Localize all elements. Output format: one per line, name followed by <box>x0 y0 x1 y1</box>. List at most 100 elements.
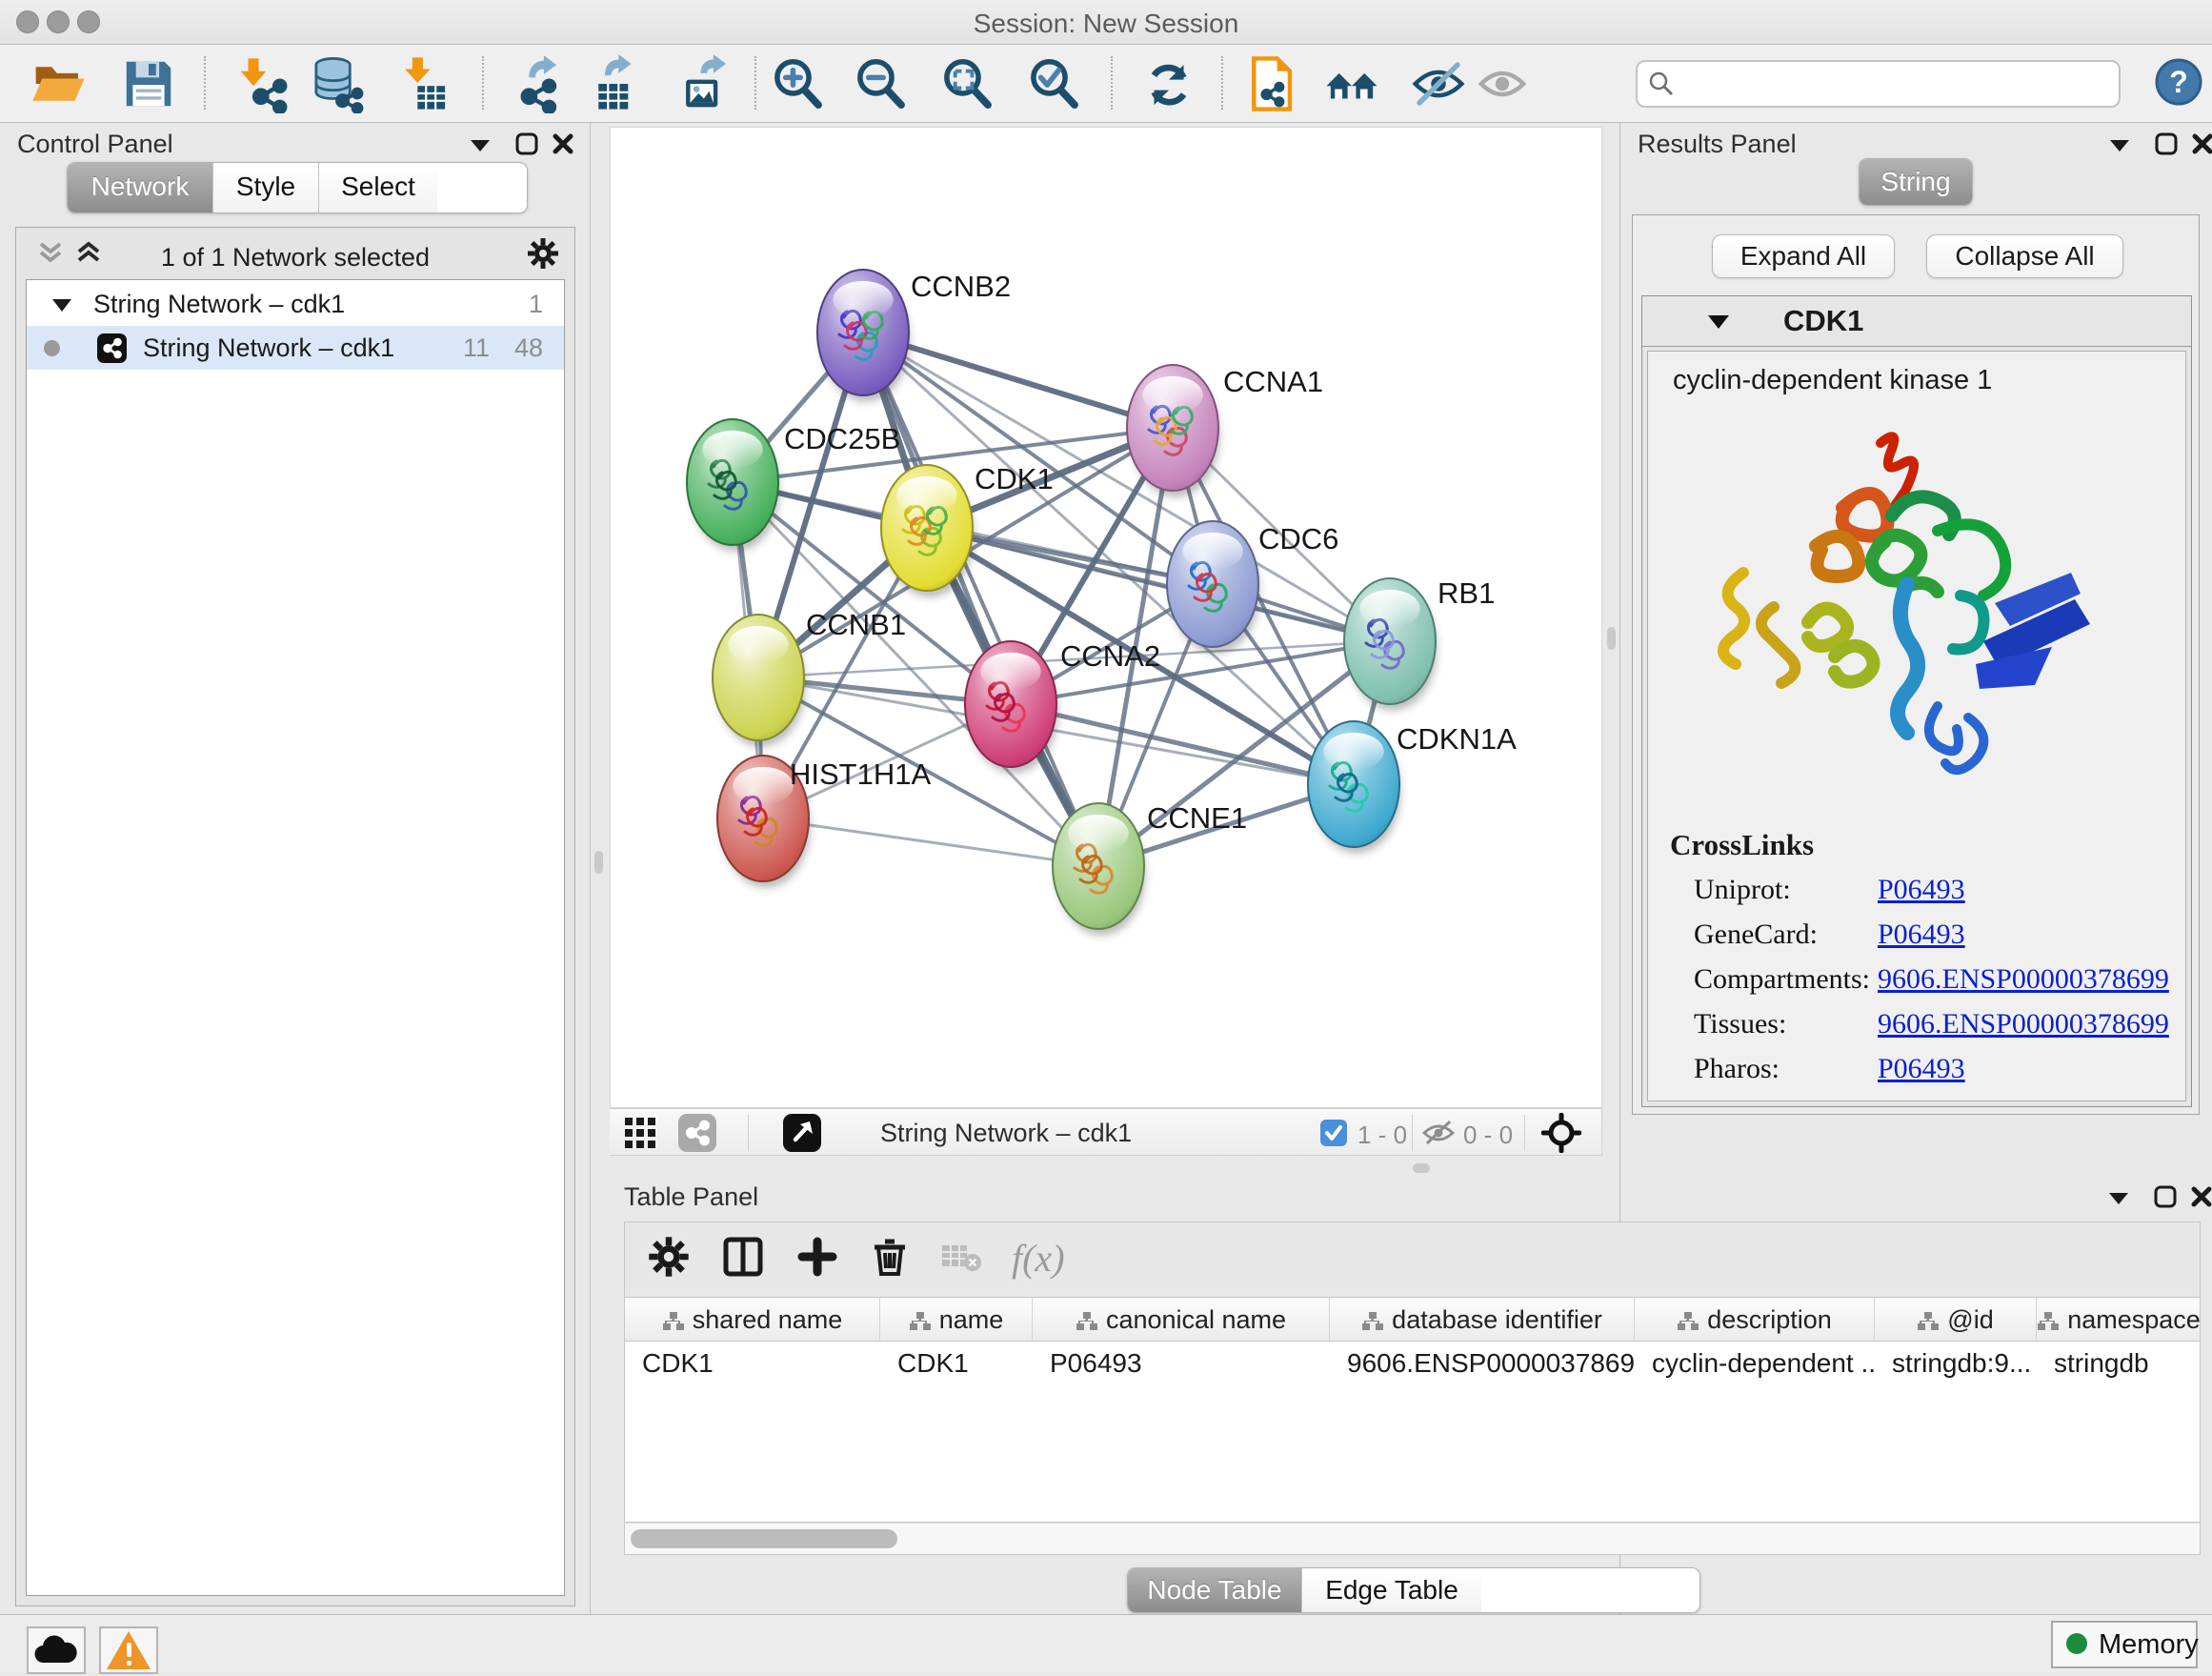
open-session-button[interactable] <box>29 54 90 113</box>
network-node-ccna2[interactable]: CCNA2 <box>965 639 1160 774</box>
column-header-database-identifier[interactable]: database identifier <box>1330 1298 1635 1342</box>
gear-icon <box>648 1236 690 1278</box>
hide-selected-button[interactable] <box>1408 54 1469 113</box>
tab-node-table[interactable]: Node Table <box>1128 1568 1301 1612</box>
tab-sets[interactable]: Sets <box>68 212 158 213</box>
zoom-out-button[interactable] <box>851 54 912 113</box>
share-view-button[interactable] <box>678 1114 716 1157</box>
table-row[interactable]: CDK1CDK1P064939606.ENSP00000378699cyclin… <box>625 1342 2200 1385</box>
tab-style[interactable]: Style <box>212 163 318 212</box>
open-folder-icon <box>29 54 90 113</box>
table-panel-menu-button[interactable] <box>2107 1188 2130 1212</box>
network-view-canvas[interactable]: CCNB2CCNA1CDC25BCDK1CDC6RB1CCNB1CCNA2CDK… <box>610 127 1602 1108</box>
export-network-button[interactable] <box>505 54 566 113</box>
selected-nodes-checkbox[interactable] <box>1319 1119 1348 1152</box>
results-tab-string[interactable]: String <box>1859 158 1973 206</box>
control-panel-menu-button[interactable] <box>469 135 492 159</box>
crosslink-link[interactable]: P06493 <box>1878 1053 1965 1085</box>
crosslinks-list: Uniprot:P06493GeneCard:P06493Compartment… <box>1648 874 2185 1101</box>
column-header-shared-name[interactable]: shared name <box>625 1298 880 1342</box>
crosslink-link[interactable]: P06493 <box>1878 919 1965 951</box>
show-hidden-button[interactable] <box>1472 54 1533 113</box>
grid-view-button[interactable] <box>623 1116 661 1155</box>
export-image-button[interactable] <box>674 54 735 113</box>
network-node-cdkn1a[interactable]: CDKN1A <box>1308 721 1517 854</box>
result-entry-header[interactable]: CDK1 <box>1642 296 2191 347</box>
column-header-description[interactable]: description <box>1635 1298 1875 1342</box>
column-header-namespace[interactable]: namespace <box>2037 1298 2201 1342</box>
right-splitter-handle[interactable] <box>1607 627 1616 650</box>
attribute-tree-icon <box>1677 1311 1699 1332</box>
string-document-button[interactable] <box>1240 54 1301 113</box>
tab-network[interactable]: Network <box>68 163 212 212</box>
column-header-canonical-name[interactable]: canonical name <box>1033 1298 1330 1342</box>
import-table-file-button[interactable] <box>393 54 454 113</box>
home-networks-button[interactable] <box>1321 54 1382 113</box>
table-horizontal-scrollbar[interactable] <box>624 1523 2201 1555</box>
birdseye-toggle-button[interactable] <box>783 1114 821 1157</box>
network-node-cdc6[interactable]: CDC6 <box>1167 521 1338 654</box>
network-collection-row[interactable]: String Network – cdk1 1 <box>27 282 564 326</box>
memory-button[interactable]: Memory <box>2051 1621 2198 1668</box>
crosslink-label: Tissues: <box>1694 1008 1786 1040</box>
export-table-button[interactable] <box>585 54 646 113</box>
network-node-rb1[interactable]: RB1 <box>1344 576 1495 711</box>
crosslink-link[interactable]: 9606.ENSP00000378699 <box>1878 963 2169 996</box>
search-input[interactable] <box>1687 64 2110 102</box>
tab-edge-table[interactable]: Edge Table <box>1301 1568 1481 1612</box>
zoom-in-button[interactable] <box>768 54 829 113</box>
table-panel-float-button[interactable] <box>2153 1184 2178 1214</box>
fit-content-button[interactable] <box>937 54 998 113</box>
network-node-ccnb1[interactable]: CCNB1 <box>713 608 906 747</box>
import-network-file-button[interactable] <box>232 54 293 113</box>
delete-column-button[interactable] <box>869 1236 922 1285</box>
import-network-database-button[interactable] <box>307 54 368 113</box>
table-panel-close-button[interactable] <box>2189 1184 2212 1214</box>
tab-network-table[interactable]: Network Table <box>1128 1612 1348 1613</box>
save-session-button[interactable] <box>118 54 179 113</box>
scrollbar-thumb[interactable] <box>631 1529 897 1548</box>
warning-status-button[interactable] <box>99 1626 158 1674</box>
split-columns-button[interactable] <box>722 1236 775 1285</box>
toolbar-separator <box>754 56 756 110</box>
table-settings-button[interactable] <box>648 1236 701 1285</box>
help-button[interactable]: ? <box>2155 58 2202 106</box>
network-edge[interactable] <box>1011 704 1354 784</box>
expand-all-button[interactable]: Expand All <box>1712 234 1895 278</box>
crosslink-link[interactable]: 9606.ENSP00000378699 <box>1878 1008 2169 1040</box>
collapse-all-button[interactable]: Collapse All <box>1926 234 2123 278</box>
results-panel-menu-button[interactable] <box>2108 135 2131 159</box>
string-network-graph[interactable]: CCNB2CCNA1CDC25BCDK1CDC6RB1CCNB1CCNA2CDK… <box>611 128 1601 1107</box>
tab-select[interactable]: Select <box>318 163 437 212</box>
zoom-selected-button[interactable] <box>1024 54 1085 113</box>
control-panel-close-button[interactable] <box>551 131 575 161</box>
refresh-view-button[interactable] <box>1138 54 1199 113</box>
column-header-name[interactable]: name <box>880 1298 1033 1342</box>
column-header--id[interactable]: @id <box>1875 1298 2037 1342</box>
results-panel-float-button[interactable] <box>2154 131 2179 161</box>
network-node-ccne1[interactable]: CCNE1 <box>1053 801 1247 936</box>
table-panel-title: Table Panel <box>624 1182 758 1212</box>
add-column-button[interactable] <box>796 1236 850 1285</box>
hidden-counts: 0 - 0 <box>1463 1121 1513 1150</box>
crosslink-label: Uniprot: <box>1694 874 1791 906</box>
network-selection-status: 1 of 1 Network selected <box>16 243 574 273</box>
string-results-box: Expand All Collapse All CDK1 cyclin-depe… <box>1632 214 2200 1115</box>
delete-table-button <box>939 1236 993 1285</box>
hidden-eye-button[interactable] <box>1421 1119 1456 1152</box>
results-panel-close-button[interactable] <box>2190 131 2212 161</box>
control-panel-float-button[interactable] <box>514 131 539 161</box>
network-options-gear-button[interactable] <box>527 237 559 274</box>
crosslink-link[interactable]: P06493 <box>1878 874 1965 906</box>
network-row-selected[interactable]: String Network – cdk1 11 48 <box>27 326 564 370</box>
bottom-splitter-handle[interactable] <box>1413 1163 1430 1173</box>
zoom-in-icon <box>768 54 829 113</box>
float-window-icon <box>2153 1184 2178 1209</box>
cloud-status-button[interactable] <box>27 1626 86 1674</box>
network-edge[interactable] <box>763 818 1098 866</box>
fit-crosshair-button[interactable] <box>1541 1113 1581 1158</box>
network-node-hist1h1a[interactable]: HIST1H1A <box>717 756 931 888</box>
network-node-ccnb2[interactable]: CCNB2 <box>817 270 1011 402</box>
left-splitter-handle[interactable] <box>594 851 603 874</box>
network-node-cdk1[interactable]: CDK1 <box>881 462 1054 597</box>
